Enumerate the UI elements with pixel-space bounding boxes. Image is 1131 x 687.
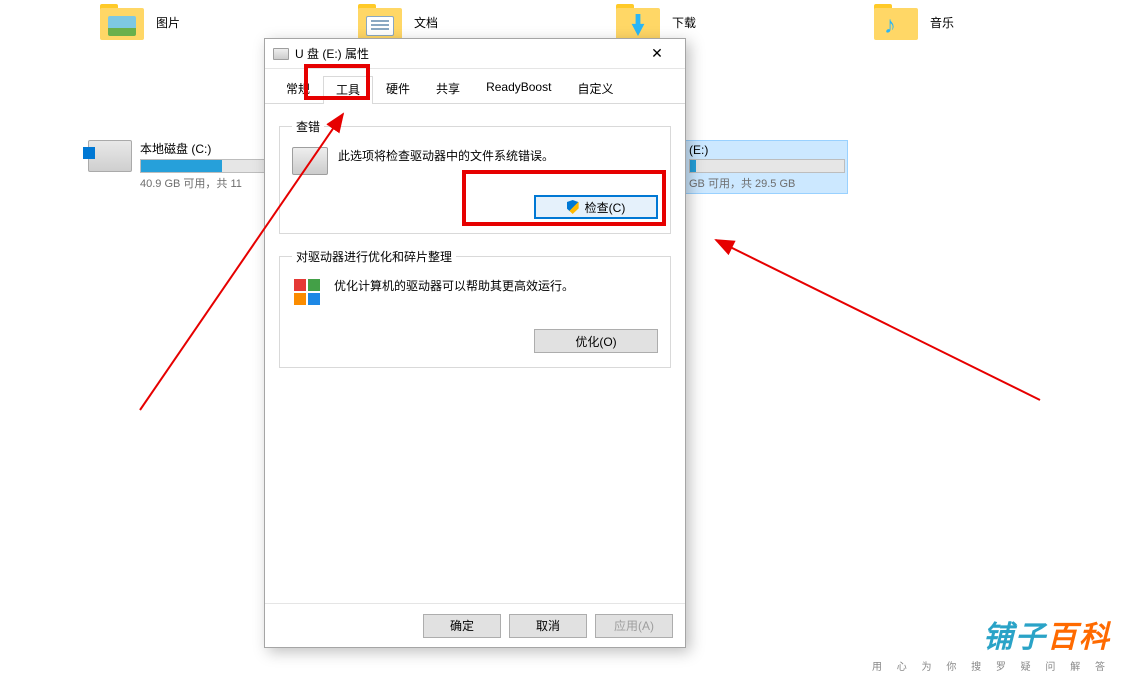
watermark-logo: 铺子百科 用 心 为 你 搜 罗 疑 问 解 答	[872, 612, 1111, 673]
drive-name: (E:)	[689, 143, 845, 157]
drive-usage-text: 40.9 GB 可用，共 11	[140, 175, 268, 191]
group-legend: 查错	[292, 118, 324, 135]
close-button[interactable]: ✕	[637, 40, 677, 68]
drive-usage-bar	[140, 159, 268, 173]
properties-dialog: U 盘 (E:) 属性 ✕ 常规 工具 硬件 共享 ReadyBoost 自定义…	[264, 38, 686, 648]
titlebar[interactable]: U 盘 (E:) 属性 ✕	[265, 39, 685, 69]
drive-usage-bar	[689, 159, 845, 173]
group-optimize: 对驱动器进行优化和碎片整理 优化计算机的驱动器可以帮助其更高效运行。 优化(O)	[279, 248, 671, 368]
drive-name: 本地磁盘 (C:)	[140, 140, 268, 157]
folder-label: 下载	[672, 14, 696, 31]
brand-main: 铺子	[983, 621, 1047, 654]
folder-documents[interactable]: 文档	[258, 4, 516, 40]
tab-hardware[interactable]: 硬件	[373, 75, 423, 103]
group-legend: 对驱动器进行优化和碎片整理	[292, 248, 456, 265]
drive-check-icon	[292, 147, 328, 175]
folder-downloads[interactable]: 下载	[516, 4, 774, 40]
tab-content-tools: 查错 此选项将检查驱动器中的文件系统错误。 检查(C) 对驱动器进行优化和碎片整…	[265, 104, 685, 368]
optimize-button[interactable]: 优化(O)	[534, 329, 658, 353]
brand-accent: 百科	[1047, 621, 1111, 654]
ok-button[interactable]: 确定	[423, 614, 501, 638]
optimize-button-label: 优化(O)	[575, 333, 616, 350]
tabstrip: 常规 工具 硬件 共享 ReadyBoost 自定义	[265, 69, 685, 104]
library-folders: 图片 文档 下载 音乐	[0, 4, 1131, 40]
dialog-title: U 盘 (E:) 属性	[295, 45, 369, 62]
check-button-label: 检查(C)	[585, 199, 626, 216]
group-error-checking: 查错 此选项将检查驱动器中的文件系统错误。 检查(C)	[279, 118, 671, 234]
defrag-icon	[292, 277, 324, 309]
tab-general[interactable]: 常规	[273, 75, 323, 103]
folder-label: 文档	[414, 14, 438, 31]
folder-icon	[358, 4, 402, 40]
folder-icon	[874, 4, 918, 40]
folder-label: 图片	[156, 14, 180, 31]
drive-icon	[273, 48, 289, 60]
apply-button[interactable]: 应用(A)	[595, 614, 673, 638]
tab-sharing[interactable]: 共享	[423, 75, 473, 103]
drive-c[interactable]: 本地磁盘 (C:) 40.9 GB 可用，共 11	[88, 140, 268, 191]
check-button[interactable]: 检查(C)	[534, 195, 658, 219]
ok-label: 确定	[450, 617, 474, 634]
drive-icon	[88, 140, 132, 172]
dialog-footer: 确定 取消 应用(A)	[265, 603, 685, 647]
tab-customize[interactable]: 自定义	[564, 75, 626, 103]
uac-shield-icon	[567, 200, 579, 214]
folder-music[interactable]: 音乐	[774, 4, 1032, 40]
apply-label: 应用(A)	[614, 617, 654, 634]
tab-tools[interactable]: 工具	[323, 76, 373, 104]
folder-label: 音乐	[930, 14, 954, 31]
error-check-desc: 此选项将检查驱动器中的文件系统错误。	[338, 147, 554, 164]
drive-usage-text: GB 可用，共 29.5 GB	[689, 175, 845, 191]
optimize-desc: 优化计算机的驱动器可以帮助其更高效运行。	[334, 277, 574, 294]
folder-icon	[616, 4, 660, 40]
close-icon: ✕	[651, 45, 663, 62]
brand-tagline: 用 心 为 你 搜 罗 疑 问 解 答	[872, 658, 1111, 673]
folder-icon	[100, 4, 144, 40]
folder-pictures[interactable]: 图片	[0, 4, 258, 40]
cancel-button[interactable]: 取消	[509, 614, 587, 638]
tab-readyboost[interactable]: ReadyBoost	[473, 75, 564, 103]
cancel-label: 取消	[536, 617, 560, 634]
